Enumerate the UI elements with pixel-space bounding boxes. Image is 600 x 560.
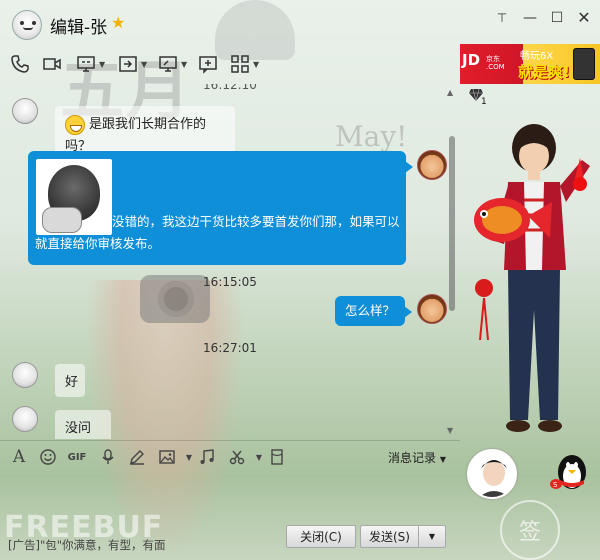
message-text: 怎么样？ <box>344 303 395 318</box>
send-file-icon[interactable]: ▼ <box>118 50 147 78</box>
send-options-dropdown[interactable]: ▼ <box>418 525 446 548</box>
sign-in-badge[interactable]: 签 <box>500 500 560 560</box>
screen-share-icon[interactable]: ▼ <box>76 50 105 78</box>
apps-grid-icon[interactable]: ▼ <box>230 50 259 78</box>
ad-text[interactable]: [广告]"包"你满意，有型，有面 <box>8 537 166 553</box>
message-history-button[interactable]: 消息记录 ▼ <box>388 449 446 466</box>
image-icon[interactable] <box>156 447 178 467</box>
jd-logo: JD <box>462 51 481 69</box>
message-text: 没错的，我这边干货比较多要首发你们那，如果可以就直接给你审核发布。 <box>35 214 400 251</box>
chat-history[interactable]: 16:12:10 是跟我们长期合作的吗？ 没错的，我这边干货比较多要首发你们那，… <box>0 84 460 439</box>
send-button[interactable]: 发送(S) <box>360 525 418 548</box>
pen-icon[interactable] <box>126 447 148 467</box>
message-bubble[interactable]: 没问题 <box>55 410 111 439</box>
contact-avatar[interactable] <box>12 362 38 388</box>
message-text: 好 <box>65 375 79 390</box>
phone-icon[interactable] <box>10 50 30 78</box>
message-timestamp: 16:27:01 <box>203 341 257 355</box>
red-packet-icon[interactable] <box>266 447 288 467</box>
scroll-thumb[interactable] <box>449 136 455 311</box>
contact-avatar[interactable] <box>12 10 42 40</box>
gif-icon[interactable]: GIF <box>66 447 88 467</box>
scroll-up-icon[interactable]: ▲ <box>447 88 453 97</box>
remote-desktop-icon[interactable]: ▼ <box>158 50 187 78</box>
qq-chat-window: 五月 May! FREEBUF 编辑-张 ★ ⊤ — ☐ ✕ ▼ ▼ ▼ ▼ 1… <box>0 0 600 560</box>
emoji-icon[interactable] <box>37 447 59 467</box>
svg-text:S: S <box>553 481 558 489</box>
contact-avatar[interactable] <box>12 406 38 432</box>
message-bubble[interactable]: 好 <box>55 364 85 397</box>
message-bubble[interactable]: 怎么样？ <box>335 296 412 326</box>
chat-scrollbar[interactable]: ▲ ▼ <box>447 88 457 436</box>
contact-avatar[interactable] <box>12 98 38 124</box>
chat-toolbar: ▼ ▼ ▼ ▼ <box>0 50 460 80</box>
video-icon[interactable] <box>42 50 62 78</box>
music-icon[interactable] <box>196 447 218 467</box>
qq-show-character[interactable] <box>462 120 600 450</box>
message-bubble[interactable]: 没错的，我这边干货比较多要首发你们那，如果可以就直接给你审核发布。 <box>28 151 413 265</box>
phone-image <box>573 48 595 80</box>
jd-logo-small: 京东 .COM <box>486 55 505 71</box>
contact-name[interactable]: 编辑-张 <box>50 13 107 38</box>
close-button[interactable]: 关闭(C) <box>286 525 356 548</box>
message-text: 是跟我们长期合作的吗？ <box>65 117 207 154</box>
scroll-down-icon[interactable]: ▼ <box>447 426 453 435</box>
my-avatar[interactable] <box>417 294 447 324</box>
message-timestamp: 16:12:10 <box>203 84 257 92</box>
ad-line1: 畅玩6X <box>520 51 554 62</box>
jd-ad-banner[interactable]: JD 京东 .COM 畅玩6X 就是爽! <box>460 44 600 84</box>
message-text: 没问题 <box>65 421 92 436</box>
message-timestamp: 16:15:05 <box>203 275 257 289</box>
ad-line2: 就是爽! <box>518 63 570 81</box>
friend-avatar[interactable] <box>467 449 517 499</box>
voice-icon[interactable] <box>97 447 119 467</box>
font-icon[interactable]: A <box>8 447 30 467</box>
diamond-count: 1 <box>481 97 487 107</box>
star-icon[interactable]: ★ <box>111 13 125 32</box>
my-avatar[interactable] <box>417 150 447 180</box>
grin-emoji-icon <box>65 114 85 135</box>
qq-penguin-icon[interactable]: S <box>548 450 590 494</box>
input-toolbar: A GIF ▼ ▼ 消息记录 ▼ <box>0 440 460 472</box>
screenshot-icon[interactable] <box>226 447 248 467</box>
add-to-chat-icon[interactable] <box>198 50 218 78</box>
